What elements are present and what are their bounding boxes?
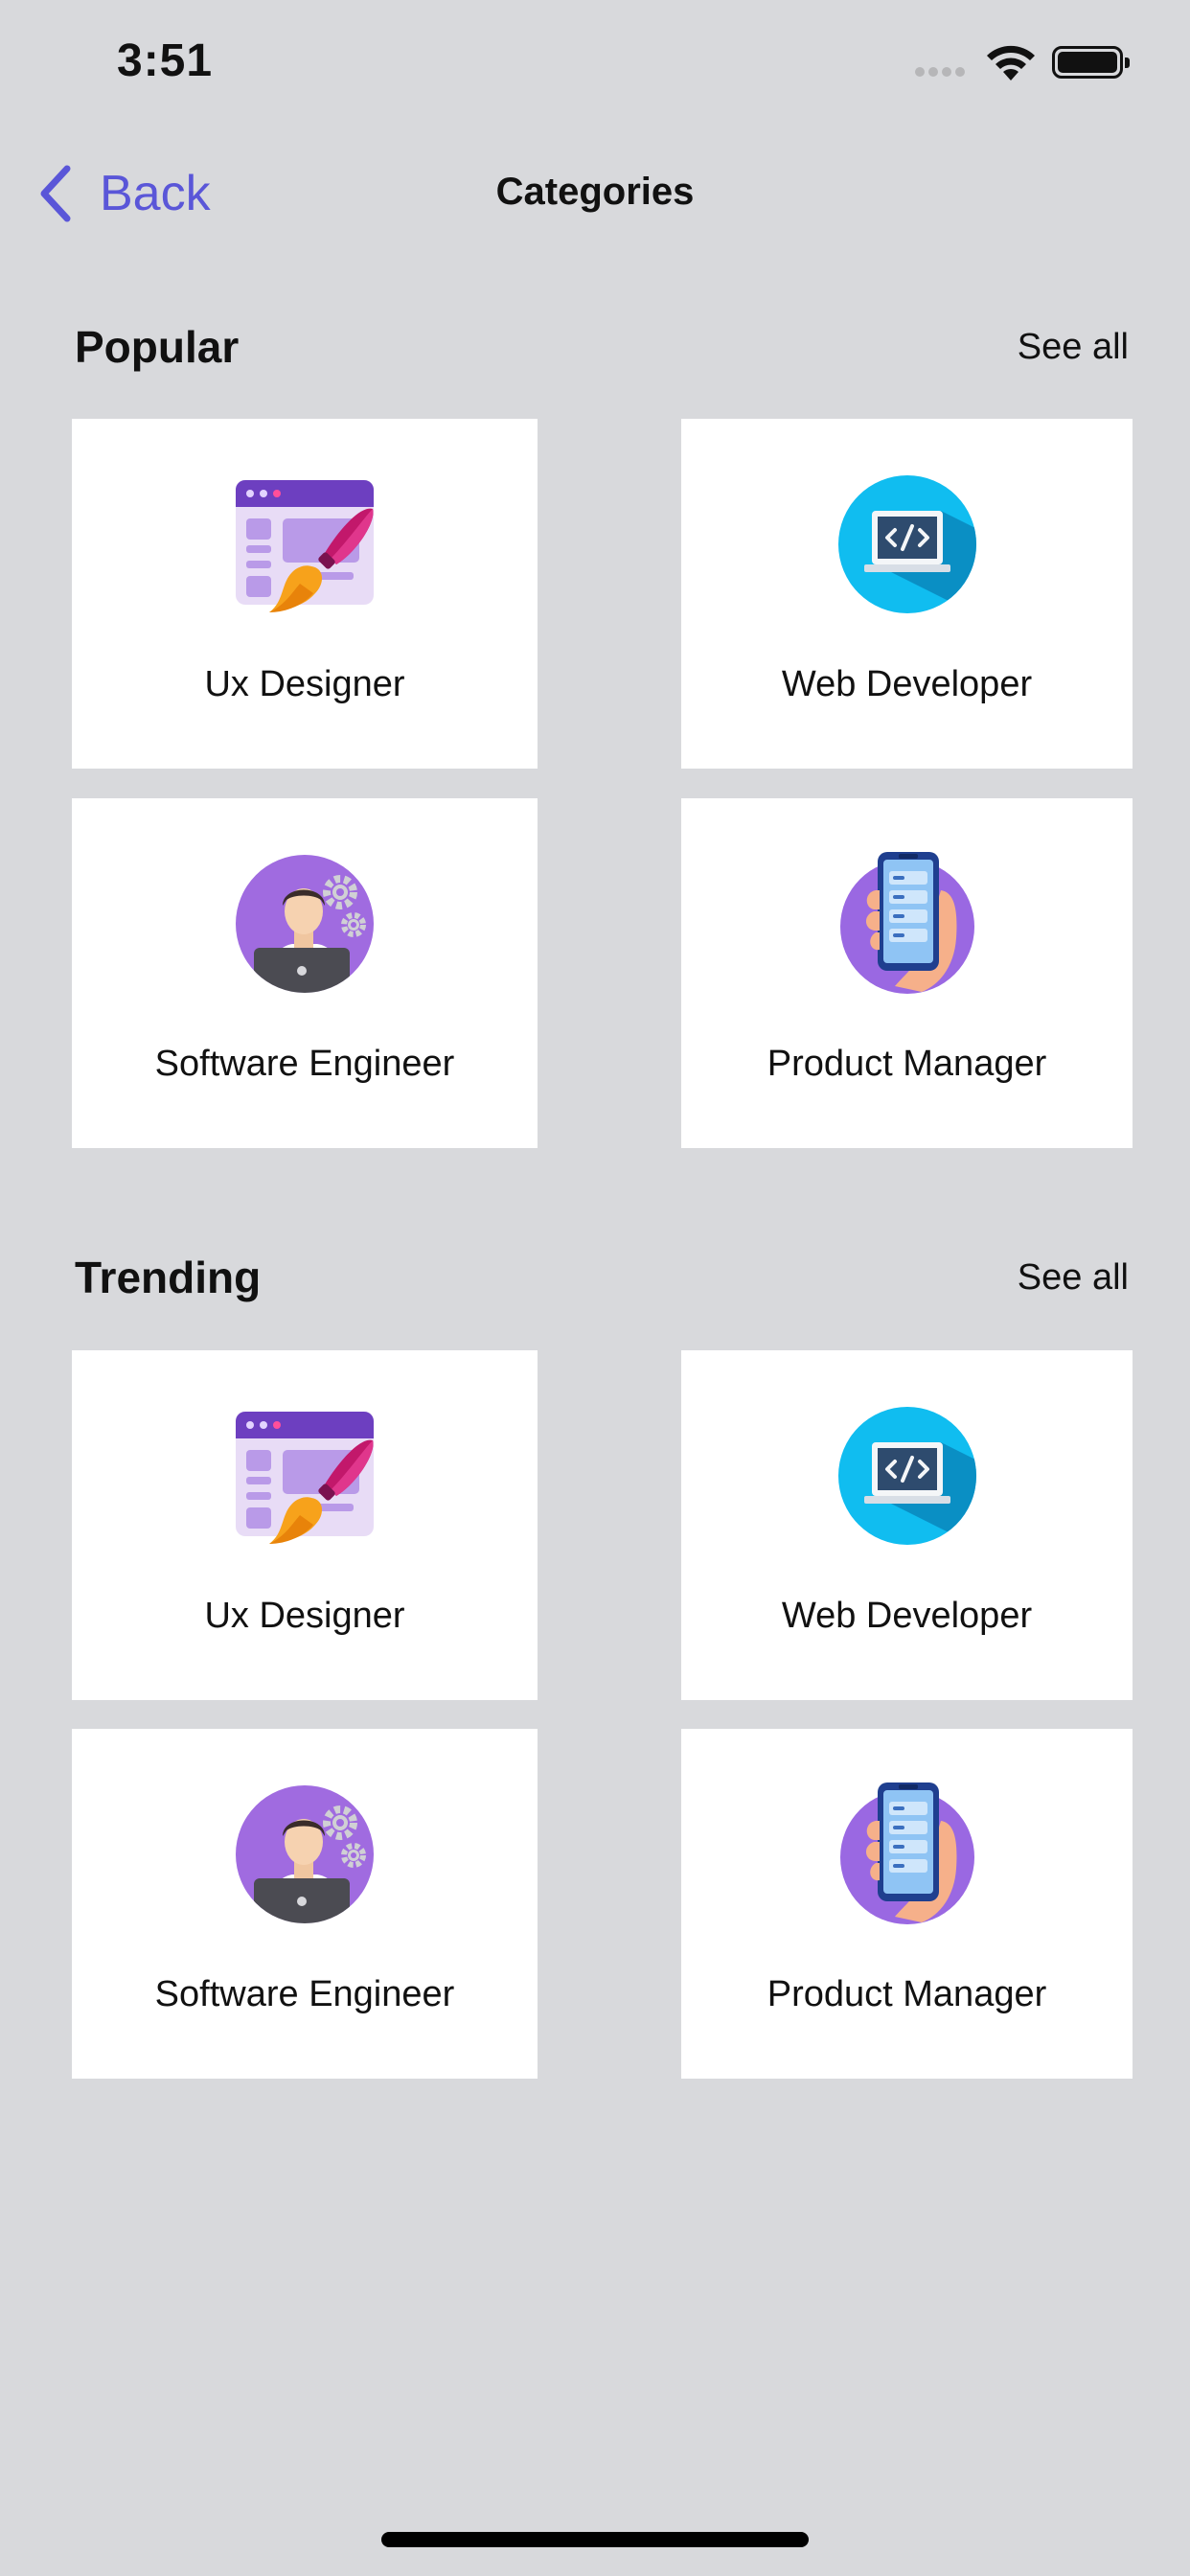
status-bar: 3:51 — [0, 0, 1190, 134]
category-label: Ux Designer — [204, 1596, 405, 1636]
category-card-ux-designer[interactable]: Ux Designer — [72, 1350, 538, 1700]
ux-designer-icon — [233, 472, 377, 616]
page-title: Categories — [495, 171, 695, 213]
category-card-web-developer[interactable]: Web Developer — [681, 1350, 1133, 1700]
battery-icon — [1052, 46, 1130, 79]
section-title: Trending — [75, 1253, 262, 1302]
section-header-popular: Popular See all — [75, 321, 1129, 388]
section-header-trending: Trending See all — [75, 1252, 1129, 1319]
cellular-signal-icon — [915, 63, 973, 79]
home-indicator[interactable] — [381, 2532, 809, 2547]
web-developer-icon — [835, 472, 979, 616]
category-label: Web Developer — [781, 664, 1033, 704]
software-engineer-icon — [233, 852, 377, 996]
wifi-icon — [987, 45, 1035, 80]
software-engineer-icon — [233, 1782, 377, 1926]
category-card-software-engineer[interactable]: Software Engineer — [72, 798, 538, 1148]
navigation-bar: Back Categories — [0, 134, 1190, 259]
section-title: Popular — [75, 322, 240, 372]
category-label: Product Manager — [767, 1044, 1047, 1084]
see-all-link[interactable]: See all — [1018, 1257, 1129, 1299]
category-card-ux-designer[interactable]: Ux Designer — [72, 419, 538, 769]
product-manager-icon — [835, 852, 979, 996]
product-manager-icon — [835, 1782, 979, 1926]
category-label: Web Developer — [781, 1596, 1033, 1636]
category-card-software-engineer[interactable]: Software Engineer — [72, 1729, 538, 2079]
status-time: 3:51 — [117, 35, 214, 86]
web-developer-icon — [835, 1404, 979, 1548]
ux-designer-icon — [233, 1404, 377, 1548]
category-card-product-manager[interactable]: Product Manager — [681, 798, 1133, 1148]
category-label: Software Engineer — [154, 1974, 455, 2014]
category-label: Ux Designer — [204, 664, 405, 704]
category-card-product-manager[interactable]: Product Manager — [681, 1729, 1133, 2079]
category-label: Product Manager — [767, 1974, 1047, 2014]
category-label: Software Engineer — [154, 1044, 455, 1084]
see-all-link[interactable]: See all — [1018, 327, 1129, 368]
category-card-web-developer[interactable]: Web Developer — [681, 419, 1133, 769]
